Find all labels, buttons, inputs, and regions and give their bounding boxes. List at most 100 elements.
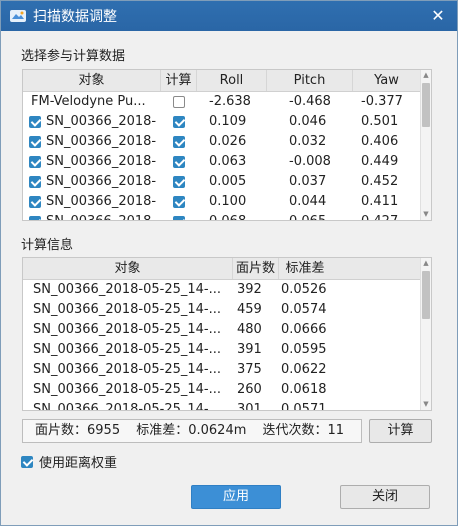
object-name: SN_00366_2018- xyxy=(46,114,157,129)
col-header-calc[interactable]: 计算 xyxy=(161,70,197,91)
roll-cell: 0.109 xyxy=(209,114,247,129)
face-count-cell: 392 xyxy=(237,282,262,297)
calc-checkbox[interactable] xyxy=(173,135,185,148)
table-row[interactable]: SN_00366_2018-05-25_14-... 301 0.0571 xyxy=(23,400,431,411)
close-button[interactable]: 关闭 xyxy=(340,485,430,509)
table-row[interactable]: FM-Velodyne Pu... -2.638 -0.468 -0.377 xyxy=(23,92,431,112)
info-scrollbar[interactable]: ▲ ▼ xyxy=(420,258,431,410)
face-count-cell: 375 xyxy=(237,362,262,377)
table-row[interactable]: SN_00366_2018-05-25_14-... 392 0.0526 xyxy=(23,280,431,300)
apply-button[interactable]: 应用 xyxy=(191,485,281,509)
col-header-object[interactable]: 对象 xyxy=(23,70,161,91)
col-header-std[interactable]: 标准差 xyxy=(279,258,331,279)
scroll-down-icon[interactable]: ▼ xyxy=(421,209,431,220)
roll-cell: -2.638 xyxy=(209,94,251,109)
table-row[interactable]: SN_00366_2018- 0.005 0.037 0.452 xyxy=(23,172,431,192)
compute-button[interactable]: 计算 xyxy=(369,419,432,443)
object-cell[interactable]: SN_00366_2018- xyxy=(23,172,161,192)
pitch-cell: 0.065 xyxy=(267,212,353,220)
scroll-thumb[interactable] xyxy=(422,83,430,127)
window-title: 扫描数据调整 xyxy=(33,9,117,25)
calc-cell[interactable] xyxy=(161,152,197,172)
calc-cell[interactable] xyxy=(161,112,197,132)
calc-cell[interactable] xyxy=(161,92,197,112)
std-stat: 标准差：0.0624m xyxy=(136,423,247,438)
object-cell[interactable]: SN_00366_2018- xyxy=(23,192,161,212)
object-cell[interactable]: SN_00366_2018- xyxy=(23,212,161,220)
object-name: FM-Velodyne Pu... xyxy=(31,94,146,109)
pitch-cell: 0.046 xyxy=(289,114,327,129)
scroll-down-icon[interactable]: ▼ xyxy=(421,399,431,410)
object-cell: SN_00366_2018-05-25_14-... xyxy=(33,382,222,397)
object-checkbox[interactable] xyxy=(29,215,41,220)
object-name: SN_00366_2018- xyxy=(46,154,157,169)
table-row[interactable]: SN_00366_2018- 0.0680.0650.427 xyxy=(23,212,431,220)
table-row[interactable]: SN_00366_2018- 0.063 -0.008 0.449 xyxy=(23,152,431,172)
calc-cell[interactable] xyxy=(161,192,197,212)
yaw-cell: 0.406 xyxy=(361,134,399,149)
object-checkbox[interactable] xyxy=(29,115,41,128)
distance-weight-option[interactable]: 使用距离权重 xyxy=(21,452,117,471)
table-row[interactable]: SN_00366_2018-05-25_14-... 260 0.0618 xyxy=(23,380,431,400)
table-row[interactable]: SN_00366_2018- 0.026 0.032 0.406 xyxy=(23,132,431,152)
face-count-cell: 480 xyxy=(237,322,262,337)
col-header-face-count[interactable]: 面片数 xyxy=(233,258,279,279)
object-checkbox[interactable] xyxy=(29,155,41,168)
table-row[interactable]: SN_00366_2018-05-25_14-... 391 0.0595 xyxy=(23,340,431,360)
yaw-cell: 0.501 xyxy=(361,114,399,129)
calc-cell[interactable] xyxy=(161,132,197,152)
col-header-roll[interactable]: Roll xyxy=(197,70,267,91)
scroll-up-icon[interactable]: ▲ xyxy=(421,70,431,81)
table-row[interactable]: SN_00366_2018-05-25_14-... 480 0.0666 xyxy=(23,320,431,340)
roll-cell: 0.068 xyxy=(197,212,267,220)
yaw-cell: 0.452 xyxy=(361,174,399,189)
params-grid-body: FM-Velodyne Pu... -2.638 -0.468 -0.377 SN_00… xyxy=(23,92,431,220)
object-cell[interactable]: SN_00366_2018- xyxy=(23,112,161,132)
pitch-cell: 0.032 xyxy=(289,134,327,149)
pitch-cell: 0.037 xyxy=(289,174,327,189)
distance-weight-checkbox[interactable] xyxy=(21,455,33,468)
table-row[interactable]: SN_00366_2018- 0.100 0.044 0.411 xyxy=(23,192,431,212)
object-checkbox[interactable] xyxy=(29,175,41,188)
object-cell[interactable]: FM-Velodyne Pu... xyxy=(23,92,161,112)
stats-summary: 面片数：6955 标准差：0.0624m 迭代次数：11 xyxy=(22,419,362,443)
col-header-yaw[interactable]: Yaw xyxy=(353,70,421,91)
calc-checkbox[interactable] xyxy=(173,155,185,168)
std-cell: 0.0526 xyxy=(281,282,327,297)
roll-cell: 0.100 xyxy=(209,194,247,209)
object-cell: SN_00366_2018-05-25_14-... xyxy=(33,402,222,411)
std-cell: 0.0571 xyxy=(281,402,327,411)
calc-cell[interactable] xyxy=(161,172,197,192)
object-name: SN_00366_2018- xyxy=(46,134,157,149)
scroll-up-icon[interactable]: ▲ xyxy=(421,258,431,269)
calc-cell[interactable] xyxy=(161,212,197,220)
calc-checkbox[interactable] xyxy=(173,115,185,128)
iterations-stat: 迭代次数：11 xyxy=(262,423,345,438)
object-checkbox[interactable] xyxy=(29,195,41,208)
calc-checkbox[interactable] xyxy=(173,195,185,208)
calc-checkbox[interactable] xyxy=(173,95,185,108)
roll-cell: 0.063 xyxy=(209,154,247,169)
info-grid: 对象 面片数 标准差 SN_00366_2018-05-25_14-... 392… xyxy=(22,257,432,411)
title-bar: 扫描数据调整 ✕ xyxy=(1,1,457,31)
col-header-pitch[interactable]: Pitch xyxy=(267,70,353,91)
distance-weight-label: 使用距离权重 xyxy=(39,456,118,471)
object-name: SN_00366_2018- xyxy=(46,194,157,209)
object-cell[interactable]: SN_00366_2018- xyxy=(23,132,161,152)
object-cell[interactable]: SN_00366_2018- xyxy=(23,152,161,172)
scroll-thumb[interactable] xyxy=(422,271,430,319)
table-row[interactable]: SN_00366_2018- 0.109 0.046 0.501 xyxy=(23,112,431,132)
col-header-object[interactable]: 对象 xyxy=(23,258,233,279)
object-checkbox[interactable] xyxy=(29,135,41,148)
table-row[interactable]: SN_00366_2018-05-25_14-... 375 0.0622 xyxy=(23,360,431,380)
calc-checkbox[interactable] xyxy=(173,215,185,220)
table-row[interactable]: SN_00366_2018-05-25_14-... 459 0.0574 xyxy=(23,300,431,320)
info-grid-body: SN_00366_2018-05-25_14-... 392 0.0526 SN_00… xyxy=(23,280,431,411)
object-cell: SN_00366_2018-05-25_14-... xyxy=(33,302,222,317)
calc-checkbox[interactable] xyxy=(173,175,185,188)
params-scrollbar[interactable]: ▲ ▼ xyxy=(420,70,431,220)
face-count-cell: 459 xyxy=(237,302,262,317)
params-grid-header: 对象 计算 Roll Pitch Yaw xyxy=(23,70,431,92)
roll-cell: 0.005 xyxy=(209,174,247,189)
close-icon[interactable]: ✕ xyxy=(427,5,449,27)
